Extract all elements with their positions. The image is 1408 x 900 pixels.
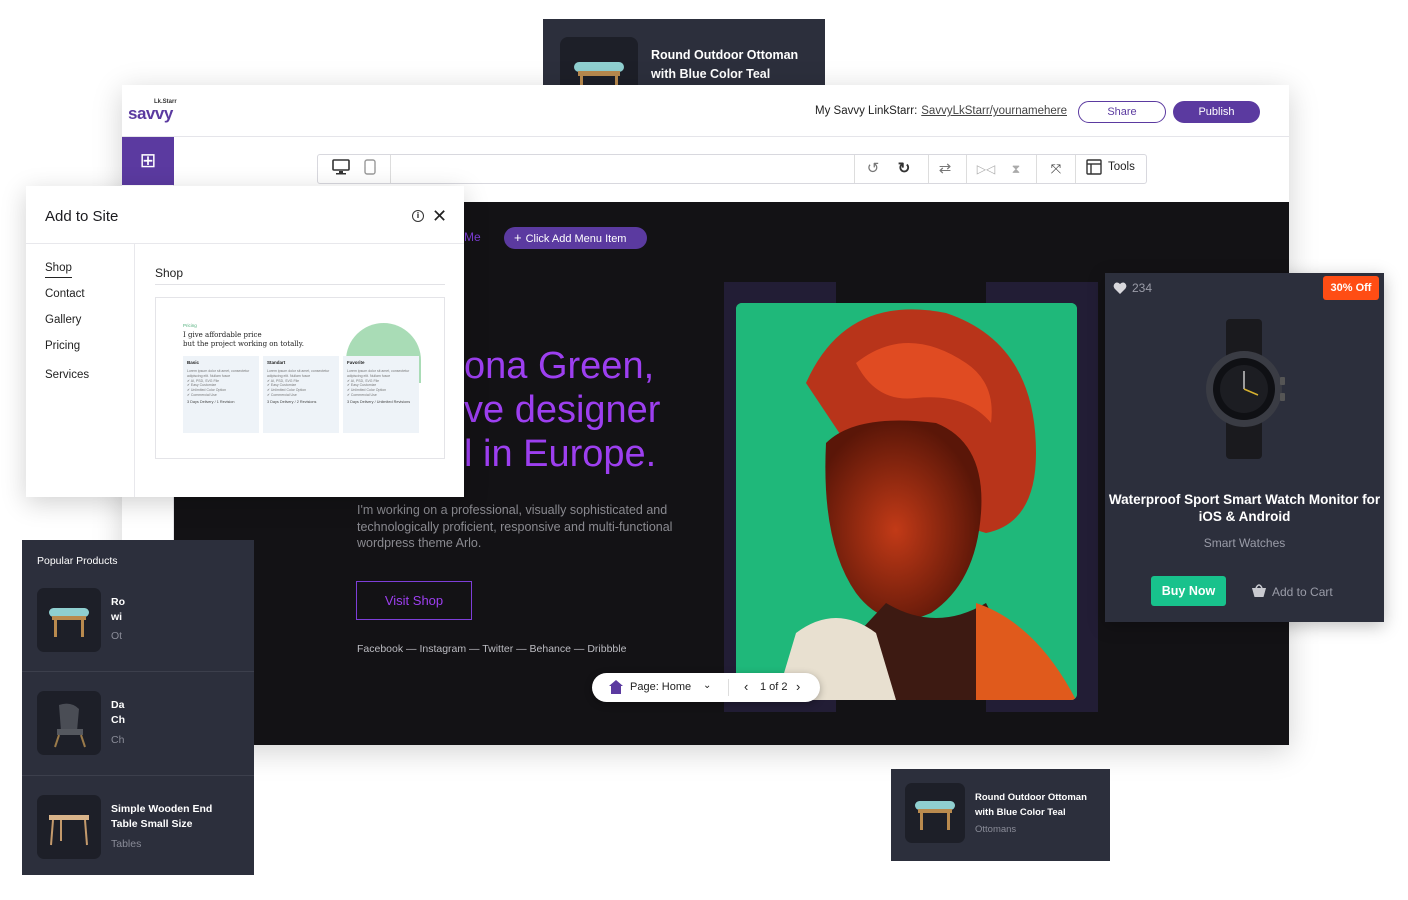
product-title: Waterproof Sport Smart Watch Monitor for… — [1108, 492, 1381, 524]
product-category: Tables — [111, 838, 142, 850]
linkstarr-url: My Savvy LinkStarr: SavvyLkStarr/yourname… — [815, 105, 1067, 117]
product-category: Smart Watches — [1203, 536, 1286, 550]
panel-title: Popular Products — [37, 555, 118, 567]
product-category: Ottomans — [975, 824, 1017, 835]
linkstarr-label: My Savvy LinkStarr: — [815, 105, 918, 117]
buy-now-button[interactable]: Buy Now — [1151, 576, 1226, 606]
list-item[interactable]: Ro wi Ot — [22, 568, 254, 672]
toolbar-divider — [1036, 155, 1037, 183]
discount-badge: 30% Off — [1323, 276, 1379, 300]
popular-products-panel: Popular Products Ro wi Ot Da Ch Ch Simple … — [22, 540, 254, 875]
ottoman-thumbnail — [905, 783, 965, 843]
toolbar-divider — [966, 155, 967, 183]
top-bar: Lk.Starr savvy My Savvy LinkStarr: SavvyL… — [122, 85, 1289, 137]
nav-item-contact[interactable]: Contact — [45, 288, 85, 300]
chevron-right-icon[interactable]: › — [796, 679, 800, 694]
add-menu-item-label: Click Add Menu Item — [525, 233, 627, 245]
redo-icon[interactable]: ↻ — [893, 159, 915, 179]
product-name: Ro wi — [111, 596, 125, 623]
table-thumbnail — [37, 795, 101, 859]
toolbar-divider — [928, 155, 929, 183]
nav-item-services[interactable]: Services — [45, 369, 89, 381]
bottom-product-card[interactable]: Round Outdoor Ottoman with Blue Color Te… — [891, 769, 1110, 861]
hero-line: ve designer — [464, 389, 661, 431]
pager-divider — [728, 679, 729, 696]
toolbar-divider — [854, 155, 855, 183]
watch-product-card: 234 30% Off Waterproof Sport Smart Watch… — [1105, 273, 1384, 622]
chevron-left-icon[interactable]: ‹ — [744, 679, 748, 694]
ottoman-thumbnail — [37, 588, 101, 652]
tools-icon[interactable] — [1085, 159, 1103, 179]
add-element-button[interactable]: ⊞ — [122, 137, 174, 185]
list-item[interactable]: Simple Wooden End Table Small Size Tables — [22, 776, 254, 875]
share-button[interactable]: Share — [1078, 101, 1166, 123]
social-links[interactable]: Facebook — Instagram — Twitter — Behance… — [357, 643, 626, 655]
product-category: Ot — [111, 630, 123, 642]
heart-icon[interactable] — [1113, 281, 1127, 295]
smartwatch-image — [1202, 319, 1286, 459]
undo-icon[interactable]: ↺ — [862, 159, 884, 179]
mobile-icon[interactable] — [359, 159, 381, 179]
cart-icon[interactable] — [1251, 584, 1267, 598]
tools-label[interactable]: Tools — [1108, 161, 1135, 173]
plan-card: Basic Lorem ipsum dolor sit amet, consec… — [183, 356, 259, 433]
editor-toolbar: ↺ ↻ ⇄ ▷◁ ⧗ ⤧ Tools — [317, 154, 1147, 184]
product-name: Simple Wooden End Table Small Size — [111, 803, 213, 830]
page-count: 1 of 2 — [760, 681, 788, 693]
desktop-icon[interactable] — [330, 159, 352, 179]
menu-item[interactable]: Me — [464, 230, 481, 244]
list-item[interactable]: Da Ch Ch — [22, 672, 254, 776]
flip-vertical-icon[interactable]: ⧗ — [1005, 159, 1027, 179]
info-icon[interactable]: i — [412, 210, 424, 222]
product-category: Ch — [111, 734, 125, 746]
add-menu-item-button[interactable]: + Click Add Menu Item — [504, 227, 647, 249]
plan-card: Standart Lorem ipsum dolor sit amet, con… — [263, 356, 339, 433]
linkstarr-link[interactable]: SavvyLkStarr/yournamehere — [921, 105, 1067, 117]
preview-heading: I give affordable price but the project … — [183, 331, 304, 348]
hero-line: ona Green, — [464, 345, 655, 387]
hero-line: l in Europe. — [464, 433, 657, 475]
pricing-template-preview[interactable]: Pricing I give affordable price but the … — [155, 297, 445, 459]
panel-header: Add to Site i ✕ — [26, 186, 464, 244]
preview-tag: Pricing — [183, 323, 197, 328]
hero-paragraph: I'm working on a professional, visually … — [357, 503, 673, 550]
home-icon — [608, 679, 624, 695]
plus-icon: + — [514, 230, 522, 245]
chair-thumbnail — [37, 691, 101, 755]
product-title: Round Outdoor Ottoman with Blue Color Te… — [651, 48, 799, 81]
product-title: Round Outdoor Ottoman with Blue Color Te… — [975, 792, 1087, 818]
hero-heading: ona Green, ve designer l in Europe. — [464, 344, 660, 476]
panel-title: Add to Site — [45, 208, 119, 225]
panel-nav: Shop Contact Gallery Pricing Services — [26, 244, 135, 497]
product-name: Da Ch — [111, 699, 125, 726]
swap-icon[interactable]: ⇄ — [934, 159, 956, 179]
page-switcher[interactable]: Page: Home ⌄ ‹ 1 of 2 › — [592, 673, 820, 702]
nav-item-gallery[interactable]: Gallery — [45, 314, 81, 326]
chevron-down-icon[interactable]: ⌄ — [703, 680, 711, 691]
close-icon[interactable]: ✕ — [432, 206, 447, 227]
add-to-site-panel: Add to Site i ✕ Shop Contact Gallery Pri… — [26, 186, 464, 497]
like-count: 234 — [1132, 281, 1153, 295]
plan-card: Favorite Lorem ipsum dolor sit amet, con… — [343, 356, 419, 433]
toolbar-divider — [1075, 155, 1076, 183]
plus-icon: ⊞ — [139, 150, 157, 172]
toolbar-divider — [390, 155, 391, 183]
fullscreen-icon[interactable]: ⤧ — [1045, 159, 1067, 179]
portrait-image — [736, 303, 1077, 700]
nav-item-shop[interactable]: Shop — [45, 262, 72, 278]
page-select[interactable]: Page: Home — [630, 681, 691, 693]
section-divider — [155, 284, 445, 285]
savvy-logo: Lk.Starr savvy — [128, 99, 177, 123]
add-to-cart-button[interactable]: Add to Cart — [1272, 585, 1333, 599]
section-title: Shop — [155, 266, 184, 280]
flip-horizontal-icon[interactable]: ▷◁ — [975, 159, 997, 179]
visit-shop-button[interactable]: Visit Shop — [356, 581, 472, 620]
publish-button[interactable]: Publish — [1173, 101, 1260, 123]
nav-item-pricing[interactable]: Pricing — [45, 340, 80, 352]
